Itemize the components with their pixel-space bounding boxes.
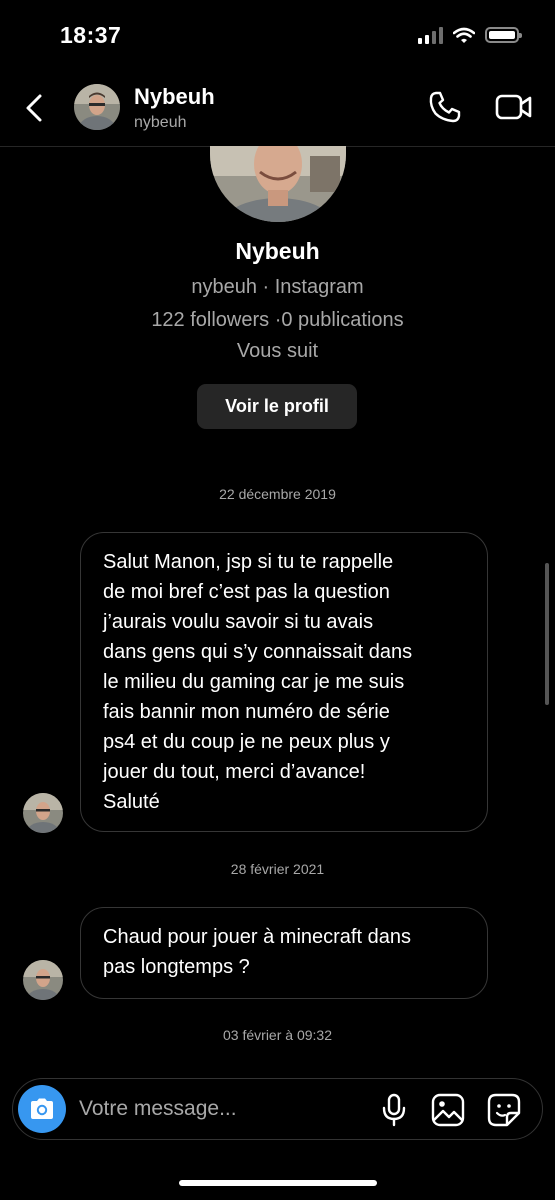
battery-icon (485, 27, 522, 43)
profile-avatar[interactable] (210, 146, 346, 222)
profile-username-line: nybeuh · Instagram (191, 276, 364, 298)
message-text: Salut Manon, jsp si tu te rappelle de mo… (103, 551, 413, 813)
home-indicator[interactable] (179, 1180, 377, 1186)
sender-avatar[interactable] (23, 793, 63, 833)
message-composer (12, 1078, 543, 1140)
chat-header: Nybeuh nybeuh (0, 72, 555, 147)
cellular-signal-icon (418, 26, 443, 44)
status-time: 18:37 (60, 22, 122, 48)
contact-username[interactable]: nybeuh (134, 114, 187, 132)
avatar[interactable] (74, 84, 120, 130)
wifi-icon (453, 27, 475, 43)
sender-avatar[interactable] (23, 960, 63, 1000)
message-text: Chaud pour jouer à minecraft dans pas lo… (103, 926, 411, 978)
scrollbar[interactable] (545, 563, 549, 705)
view-profile-button[interactable]: Voir le profil (197, 384, 357, 429)
follow-status: Vous suit (236, 340, 319, 362)
contact-name[interactable]: Nybeuh (134, 84, 215, 110)
status-bar: 18:37 (0, 0, 555, 72)
phone-icon[interactable] (428, 90, 462, 124)
date-separator: 03 février à 09:32 (223, 1027, 332, 1043)
camera-button[interactable] (18, 1085, 66, 1133)
date-separator: 22 décembre 2019 (219, 486, 336, 502)
profile-name: Nybeuh (235, 238, 320, 264)
image-icon[interactable] (431, 1093, 465, 1127)
profile-stats: 122 followers ·0 publications (151, 309, 404, 331)
message-bubble[interactable]: Salut Manon, jsp si tu te rappelle de mo… (80, 532, 488, 832)
message-input[interactable] (79, 1093, 369, 1125)
camera-icon (31, 1098, 53, 1119)
video-camera-icon[interactable] (495, 92, 533, 122)
date-separator: 28 février 2021 (230, 861, 325, 877)
sticker-icon[interactable] (487, 1093, 521, 1127)
message-bubble[interactable]: Chaud pour jouer à minecraft dans pas lo… (80, 907, 488, 999)
microphone-icon[interactable] (381, 1093, 407, 1127)
chevron-left-icon[interactable] (20, 90, 50, 126)
status-icons (418, 26, 522, 44)
